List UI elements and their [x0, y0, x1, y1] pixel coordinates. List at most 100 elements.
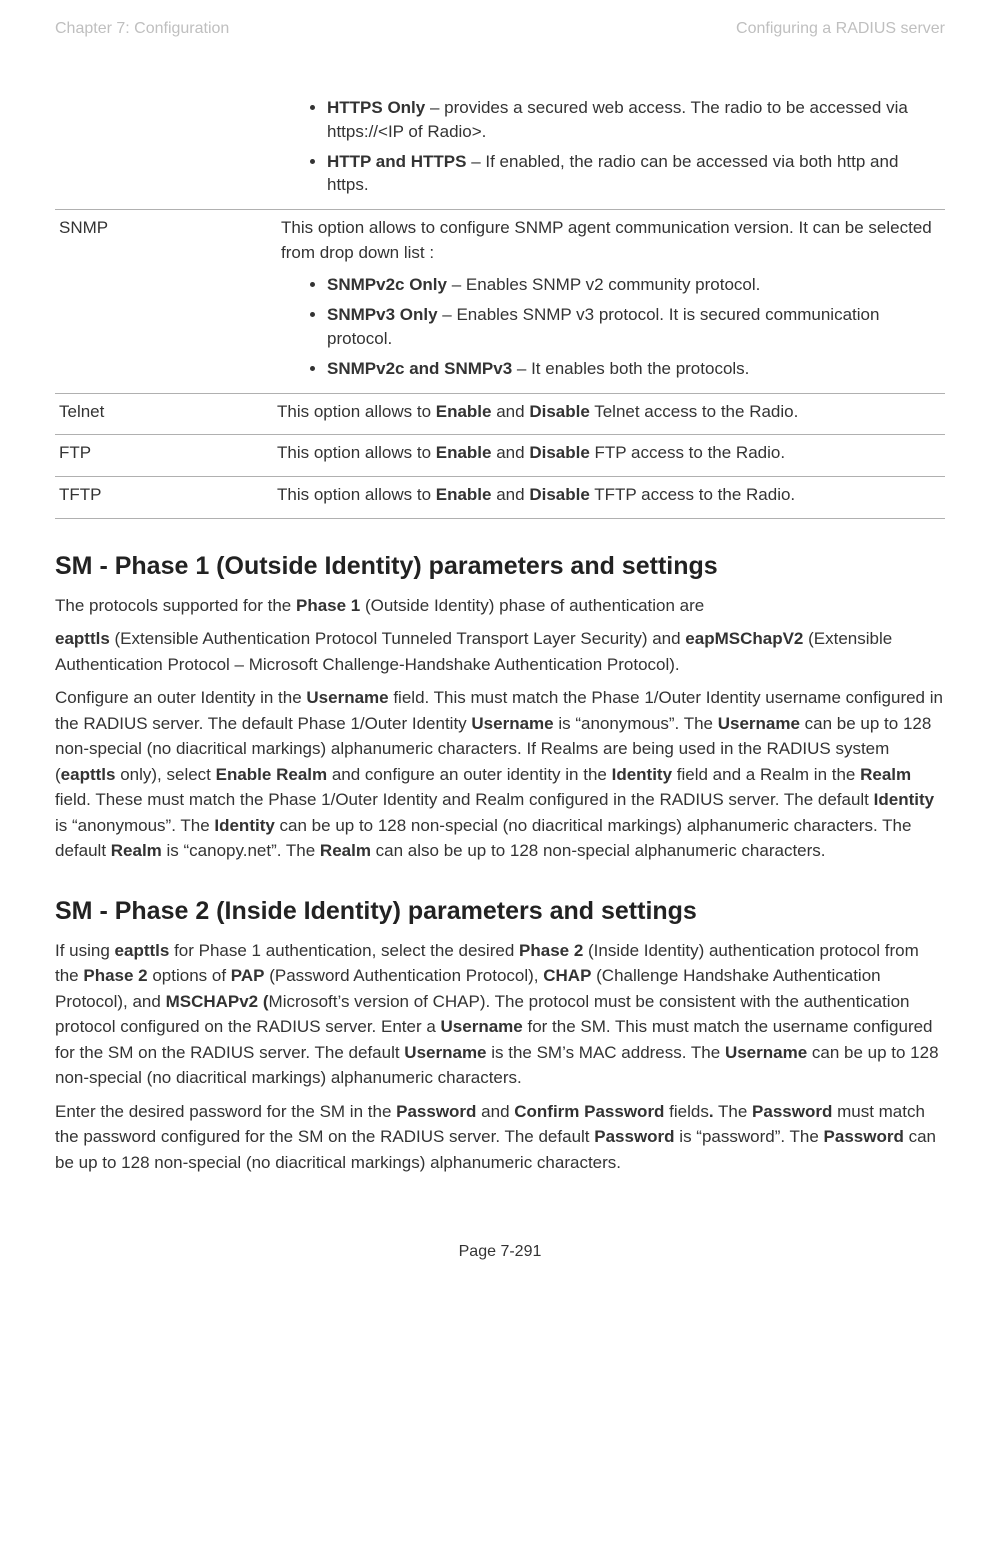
bullet-bold: SNMPv2c and SNMPv3: [327, 359, 512, 378]
bullet-text: – Enables SNMP v2 community protocol.: [447, 275, 760, 294]
bullet-list: SNMPv2c Only – Enables SNMP v2 community…: [277, 269, 941, 382]
text: This option allows to: [277, 402, 436, 421]
text-bold: eapttls: [61, 765, 116, 784]
config-table: HTTPS Only – provides a secured web acce…: [55, 82, 945, 519]
text: is “canopy.net”. The: [162, 841, 320, 860]
row-key: FTP: [55, 435, 273, 477]
text: can also be up to 128 non-special alphan…: [371, 841, 826, 860]
text-bold: eapttls: [115, 941, 170, 960]
bullet-bold: HTTPS Only: [327, 98, 425, 117]
phase1-p3: Configure an outer Identity in the Usern…: [55, 685, 945, 864]
row-key: [55, 82, 273, 210]
text: (Outside Identity) phase of authenticati…: [360, 596, 704, 615]
text-bold: Disable: [529, 485, 589, 504]
text-bold: Enable: [436, 443, 492, 462]
text: is “password”. The: [675, 1127, 824, 1146]
text-bold: MSCHAPv2 (: [166, 992, 269, 1011]
text: and: [476, 1102, 514, 1121]
text-bold: Realm: [320, 841, 371, 860]
text-bold: Username: [718, 714, 800, 733]
text: is “anonymous”. The: [55, 816, 214, 835]
page-header: Chapter 7: Configuration Configuring a R…: [55, 20, 945, 38]
text: (Password Authentication Protocol),: [265, 966, 544, 985]
phase2-p2: Enter the desired password for the SM in…: [55, 1099, 945, 1176]
text-bold: Username: [441, 1017, 523, 1036]
table-row: FTP This option allows to Enable and Dis…: [55, 435, 945, 477]
phase2-p1: If using eapttls for Phase 1 authenticat…: [55, 938, 945, 1091]
text-bold: Password: [752, 1102, 832, 1121]
text-bold: Realm: [860, 765, 911, 784]
text: FTP access to the Radio.: [590, 443, 785, 462]
phase1-p2: eapttls (Extensible Authentication Proto…: [55, 626, 945, 677]
text: Enter the desired password for the SM in…: [55, 1102, 396, 1121]
text-bold: PAP: [231, 966, 265, 985]
text: options of: [148, 966, 231, 985]
list-item: HTTPS Only – provides a secured web acce…: [327, 92, 941, 146]
list-item: SNMPv2c and SNMPv3 – It enables both the…: [327, 353, 941, 383]
text: fields: [664, 1102, 708, 1121]
text-bold: Disable: [529, 402, 589, 421]
text: and: [492, 443, 530, 462]
page-footer: Page 7-291: [55, 1183, 945, 1286]
text: TFTP access to the Radio.: [590, 485, 795, 504]
text: Configure an outer Identity in the: [55, 688, 306, 707]
list-item: SNMPv2c Only – Enables SNMP v2 community…: [327, 269, 941, 299]
row-intro: This option allows to configure SNMP age…: [277, 216, 941, 265]
text: and configure an outer identity in the: [327, 765, 611, 784]
table-row: Telnet This option allows to Enable and …: [55, 393, 945, 435]
phase1-p1: The protocols supported for the Phase 1 …: [55, 593, 945, 619]
text: only), select: [115, 765, 215, 784]
list-item: HTTP and HTTPS – If enabled, the radio c…: [327, 146, 941, 200]
text: Telnet access to the Radio.: [590, 402, 799, 421]
phase2-heading: SM - Phase 2 (Inside Identity) parameter…: [55, 896, 945, 926]
text-bold: Username: [471, 714, 553, 733]
row-desc: HTTPS Only – provides a secured web acce…: [273, 82, 945, 210]
bullet-bold: SNMPv2c Only: [327, 275, 447, 294]
text-bold: Username: [725, 1043, 807, 1062]
bullet-list: HTTPS Only – provides a secured web acce…: [277, 92, 941, 199]
row-key: Telnet: [55, 393, 273, 435]
text-bold: Password: [594, 1127, 674, 1146]
bullet-bold: HTTP and HTTPS: [327, 152, 466, 171]
text: is the SM’s MAC address. The: [487, 1043, 725, 1062]
text-bold: Realm: [111, 841, 162, 860]
list-item: SNMPv3 Only – Enables SNMP v3 protocol. …: [327, 299, 941, 353]
text-bold: Confirm Password: [514, 1102, 664, 1121]
text-bold: Username: [306, 688, 388, 707]
table-row: TFTP This option allows to Enable and Di…: [55, 476, 945, 518]
phase1-heading: SM - Phase 1 (Outside Identity) paramete…: [55, 551, 945, 581]
text-bold: CHAP: [543, 966, 591, 985]
text: This option allows to: [277, 485, 436, 504]
text: field. These must match the Phase 1/Oute…: [55, 790, 874, 809]
header-right: Configuring a RADIUS server: [736, 20, 945, 38]
text-bold: Phase 2: [83, 966, 147, 985]
text-bold: Username: [404, 1043, 486, 1062]
text: The: [714, 1102, 752, 1121]
text: field and a Realm in the: [672, 765, 860, 784]
bullet-bold: SNMPv3 Only: [327, 305, 438, 324]
row-key: TFTP: [55, 476, 273, 518]
row-desc: This option allows to Enable and Disable…: [273, 476, 945, 518]
text: The protocols supported for the: [55, 596, 296, 615]
text-bold: Enable: [436, 485, 492, 504]
table-row: SNMP This option allows to configure SNM…: [55, 210, 945, 393]
text-bold: Password: [824, 1127, 904, 1146]
text-bold: Disable: [529, 443, 589, 462]
row-desc: This option allows to Enable and Disable…: [273, 393, 945, 435]
text-bold: eapMSChapV2: [685, 629, 803, 648]
page: Chapter 7: Configuration Configuring a R…: [0, 0, 1000, 1555]
text: and: [492, 485, 530, 504]
text-bold: Phase 1: [296, 596, 360, 615]
text-bold: Password: [396, 1102, 476, 1121]
text-bold: Identity: [874, 790, 934, 809]
text: and: [492, 402, 530, 421]
text-bold: Phase 2: [519, 941, 583, 960]
table-row: HTTPS Only – provides a secured web acce…: [55, 82, 945, 210]
text: for Phase 1 authentication, select the d…: [169, 941, 519, 960]
row-desc: This option allows to Enable and Disable…: [273, 435, 945, 477]
text-bold: Enable Realm: [216, 765, 328, 784]
text: (Extensible Authentication Protocol Tunn…: [110, 629, 686, 648]
text-bold: Enable: [436, 402, 492, 421]
text: This option allows to: [277, 443, 436, 462]
row-desc: This option allows to configure SNMP age…: [273, 210, 945, 393]
